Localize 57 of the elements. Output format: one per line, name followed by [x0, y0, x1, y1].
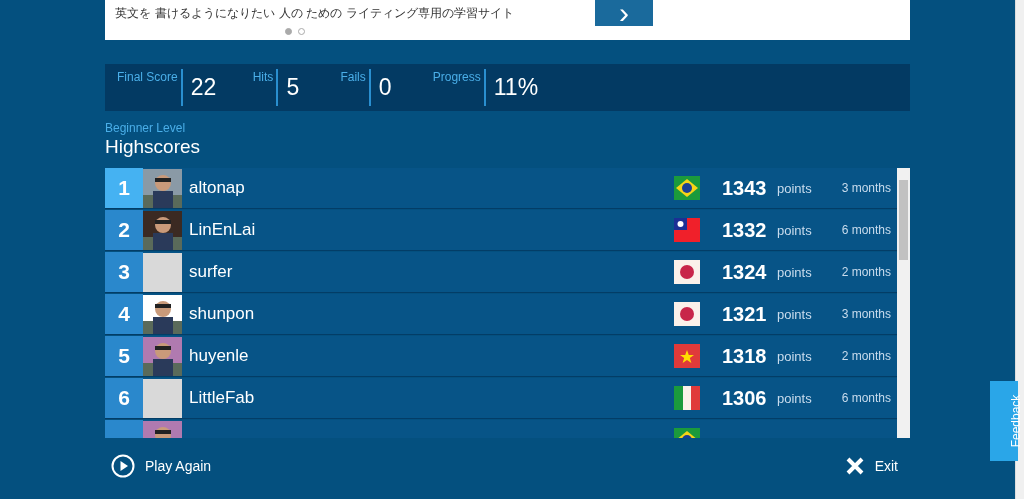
rank-number: 6	[105, 378, 143, 418]
score-value: 1321	[722, 302, 768, 326]
flag-icon	[674, 260, 700, 284]
player-name: shunpon	[189, 304, 256, 324]
player-name: LinEnLai	[189, 220, 257, 240]
rank-number: 2	[105, 210, 143, 250]
score-value: 1306	[722, 386, 768, 410]
stat-label: Progress	[432, 70, 481, 84]
score-unit: points	[777, 264, 813, 280]
next-button[interactable]: ›	[595, 0, 653, 26]
exit-button[interactable]: Exit	[844, 456, 898, 476]
player-name: surfer	[189, 262, 234, 282]
score-value: 1324	[722, 260, 768, 284]
avatar-placeholder	[143, 252, 182, 292]
flag-icon	[674, 344, 700, 368]
score-age: 3 months	[840, 307, 891, 321]
close-icon	[844, 456, 865, 476]
score-unit: points	[777, 348, 813, 364]
flag-icon	[674, 386, 700, 410]
player-name: LittleFab	[189, 388, 256, 408]
score-age: 6 months	[840, 223, 891, 237]
play-icon	[111, 454, 135, 478]
score-unit: points	[777, 222, 813, 238]
rank-number: 3	[105, 252, 143, 292]
score-value: 1343	[722, 176, 768, 200]
score-age: 6 months	[840, 391, 891, 405]
stat-value: 0	[378, 74, 393, 101]
flag-icon	[674, 302, 700, 326]
player-name: altonap	[189, 178, 246, 198]
score-unit: points	[777, 306, 813, 322]
player-name: huyenle	[189, 346, 250, 366]
rank-number: 4	[105, 294, 143, 334]
score-age: 2 months	[840, 265, 891, 279]
stat-label: Fails	[340, 70, 366, 84]
play-again-button[interactable]: Play Again	[111, 454, 212, 478]
level-label: Beginner Level	[105, 121, 187, 135]
score-unit: points	[777, 180, 813, 196]
rank-number: 1	[105, 168, 143, 208]
highscores-title: Highscores	[105, 136, 202, 158]
stat-value: 5	[286, 74, 301, 101]
scrollbar[interactable]	[897, 168, 910, 438]
score-age: 2 months	[840, 349, 891, 363]
score-value: 1332	[722, 218, 768, 242]
rank-number: 5	[105, 336, 143, 376]
flag-icon	[674, 218, 700, 242]
stat-label: Final Score	[117, 70, 178, 84]
ad-text: 英文を 書けるようになりたい 人の ための ライティング専用の学習サイト	[115, 5, 515, 22]
carousel-dot[interactable]	[285, 28, 292, 35]
avatar-placeholder	[143, 378, 182, 418]
carousel-dot[interactable]	[298, 28, 305, 35]
score-unit: points	[777, 390, 813, 406]
stat-label: Hits	[252, 70, 274, 84]
score-age: 3 months	[840, 181, 891, 195]
stat-value: 11%	[493, 74, 540, 101]
score-value: 1318	[722, 344, 768, 368]
stat-value: 22	[190, 74, 218, 101]
flag-icon	[674, 176, 700, 200]
